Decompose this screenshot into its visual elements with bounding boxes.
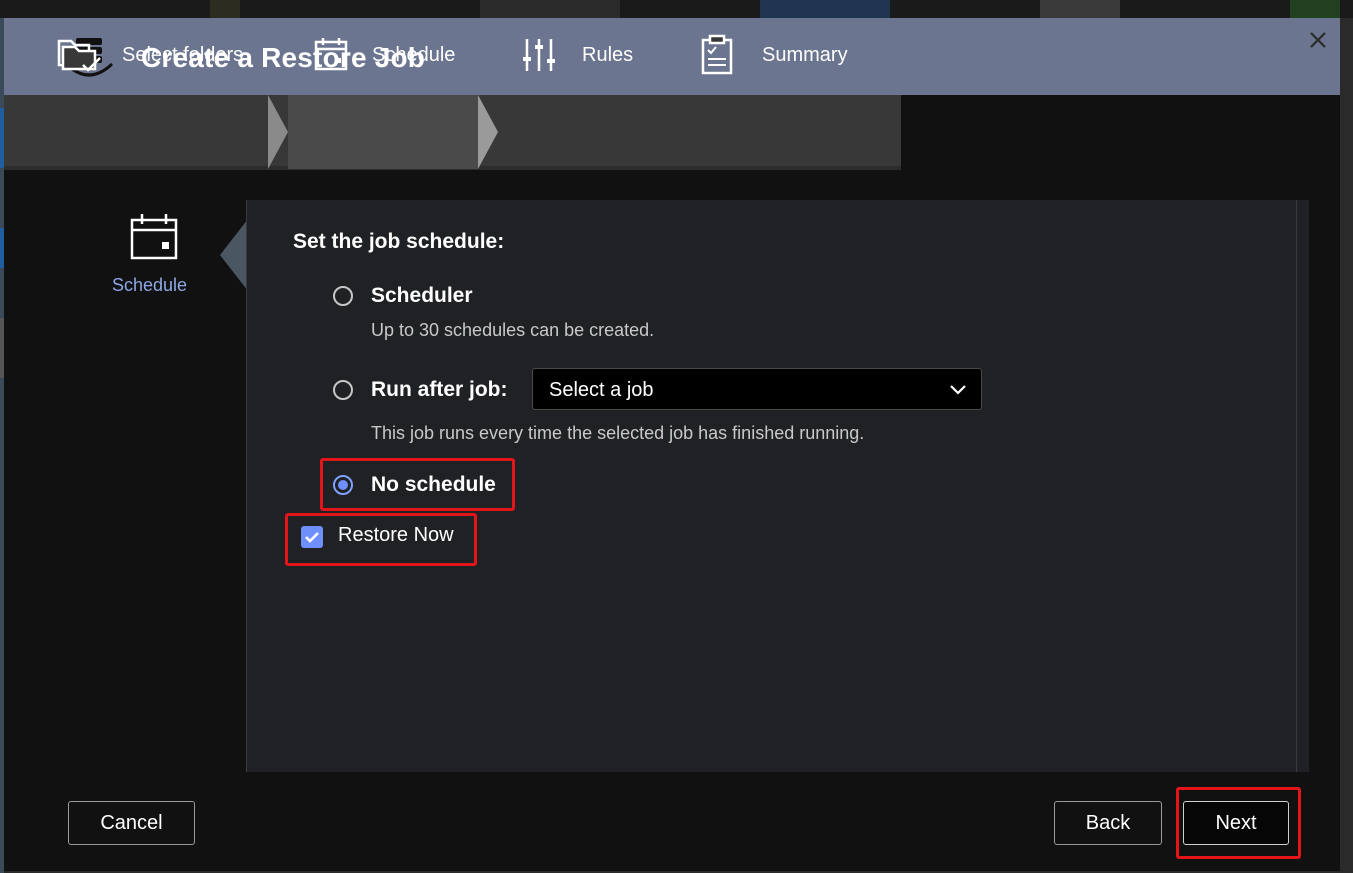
step-label: Schedule xyxy=(372,43,456,66)
restore-now-checkbox[interactable] xyxy=(301,526,323,548)
background-window-strip xyxy=(0,0,1353,18)
scheduler-radio[interactable] xyxy=(333,286,353,306)
next-button[interactable]: Next xyxy=(1183,801,1289,845)
schedule-panel: Set the job schedule: Scheduler Up to 30… xyxy=(246,200,1309,772)
run-after-job-label: Run after job: xyxy=(371,378,508,401)
schedule-heading: Set the job schedule: xyxy=(293,230,505,253)
restore-job-dialog: Create a Restore Job Select folders Sche… xyxy=(4,18,1340,871)
calendar-icon xyxy=(130,214,178,260)
step-label: Select folders xyxy=(122,43,244,66)
chevron-down-icon xyxy=(950,385,966,395)
back-button[interactable]: Back xyxy=(1054,801,1162,845)
step-schedule[interactable]: Schedule xyxy=(306,18,455,92)
panel-scrollbar[interactable] xyxy=(1296,200,1309,772)
run-after-job-radio[interactable] xyxy=(333,380,353,400)
scheduler-label: Scheduler xyxy=(371,284,473,307)
active-step-highlight xyxy=(288,95,478,169)
scheduler-description: Up to 30 schedules can be created. xyxy=(371,320,655,340)
checkmark-icon xyxy=(305,532,319,543)
job-select-value: Select a job xyxy=(549,379,654,401)
folder-check-icon xyxy=(54,30,104,80)
panel-pointer xyxy=(220,219,248,291)
sidebar-label: Schedule xyxy=(112,275,188,295)
step-label: Summary xyxy=(762,43,848,66)
step-label: Rules xyxy=(582,43,634,66)
no-schedule-label: No schedule xyxy=(371,473,496,496)
job-select[interactable]: Select a job xyxy=(532,368,982,410)
restore-now-label: Restore Now xyxy=(338,524,454,546)
step-chevron-1 xyxy=(268,95,288,169)
step-rules[interactable]: Rules xyxy=(514,18,633,92)
cancel-button[interactable]: Cancel xyxy=(68,801,195,845)
calendar-icon xyxy=(306,30,356,80)
sliders-icon xyxy=(514,30,564,80)
no-schedule-radio[interactable] xyxy=(333,475,353,495)
run-after-job-description: This job runs every time the selected jo… xyxy=(371,423,865,443)
step-summary[interactable]: Summary xyxy=(692,18,848,92)
clipboard-icon xyxy=(692,30,742,80)
step-select-folders[interactable]: Select folders xyxy=(54,18,243,92)
close-icon[interactable] xyxy=(1304,26,1332,54)
step-chevron-2 xyxy=(478,95,498,169)
